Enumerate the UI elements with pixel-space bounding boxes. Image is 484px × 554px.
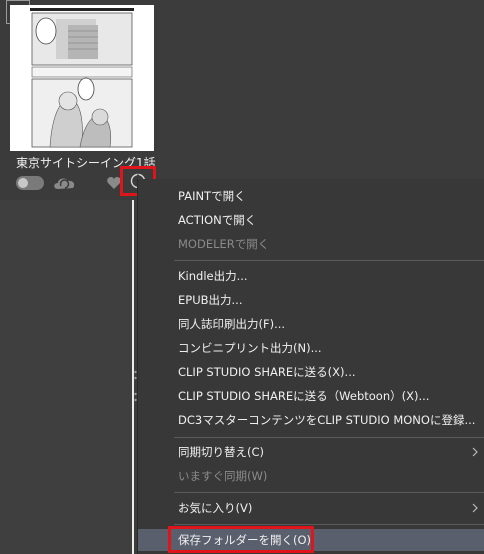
toggle-knob bbox=[18, 178, 28, 188]
menu-separator bbox=[174, 260, 484, 261]
menu-item-open-modeler: MODELERで開く bbox=[178, 237, 270, 251]
work-card[interactable]: 東京サイトシーイング1話目 bbox=[0, 0, 158, 200]
menu-item-epub-export[interactable]: EPUB出力... bbox=[138, 289, 484, 311]
menu-separator bbox=[174, 524, 484, 525]
chevron-right-icon bbox=[472, 503, 478, 513]
menu-item-kindle-export[interactable]: Kindle出力... bbox=[138, 265, 484, 287]
menu-item-convenience-print[interactable]: コンビニプリント出力(N)... bbox=[138, 337, 484, 359]
cloud-sync-icon[interactable] bbox=[52, 175, 78, 191]
menu-item-register-mono[interactable]: DC3マスターコンテンツをCLIP STUDIO MONOに登録... bbox=[138, 409, 484, 431]
work-thumbnail[interactable] bbox=[10, 5, 154, 151]
menu-item-label: 同期切り替え(C) bbox=[178, 445, 265, 459]
highlight-annotation-box bbox=[168, 526, 314, 553]
menu-item-open-action[interactable]: ACTIONで開く bbox=[138, 209, 484, 231]
manga-page-thumbnail-image bbox=[10, 5, 154, 151]
menu-item-open-paint[interactable]: PAINTで開く bbox=[138, 185, 484, 207]
chevron-right-icon bbox=[472, 447, 478, 457]
sync-toggle[interactable] bbox=[16, 176, 44, 190]
menu-item-send-share-webtoon[interactable]: CLIP STUDIO SHAREに送る（Webtoon）(X)... bbox=[138, 385, 484, 407]
context-menu: PAINTで開く ACTIONで開く MODELERで開く Kindle出力..… bbox=[137, 179, 484, 554]
menu-item-label: お気に入り(V) bbox=[178, 501, 253, 515]
menu-separator bbox=[174, 437, 484, 438]
menu-item-open-save-folder[interactable]: 保存フォルダーを開く(O) bbox=[138, 526, 484, 553]
menu-item-favorites[interactable]: お気に入り(V) bbox=[138, 497, 484, 519]
menu-separator bbox=[174, 492, 484, 493]
menu-item-sync-now: いますぐ同期(W) bbox=[178, 469, 268, 483]
menu-item-send-share[interactable]: CLIP STUDIO SHAREに送る(X)... bbox=[138, 361, 484, 383]
menu-item-doujinshi-print[interactable]: 同人誌印刷出力(F)... bbox=[138, 313, 484, 335]
menu-item-sync-switch[interactable]: 同期切り替え(C) bbox=[138, 441, 484, 463]
